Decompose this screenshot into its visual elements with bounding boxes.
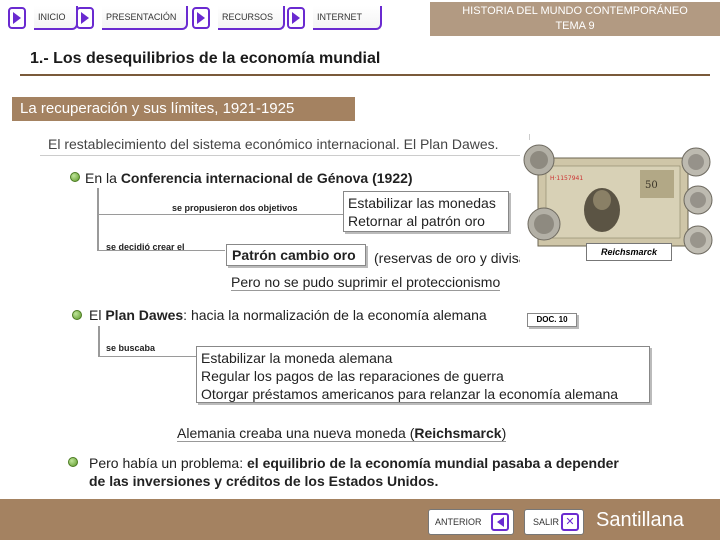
course-title: HISTORIA DEL MUNDO CONTEMPORÁNEO TEMA 9 [430, 2, 720, 36]
reservas-text: (reservas de oro y divisas) [374, 250, 539, 266]
objetivo-2: Retornar al patrón oro [348, 213, 485, 229]
decidio-label: se decidió crear el [106, 242, 185, 252]
alemania-text: Alemania creaba una nueva moneda (Reichs… [177, 425, 507, 442]
play-arrow-icon [287, 7, 305, 29]
back-arrow-icon [491, 513, 509, 531]
patron-box: Patrón cambio oro [226, 244, 366, 266]
santillana-logo: Santillana [596, 509, 684, 531]
alemania-suffix: ) [501, 425, 507, 441]
propusieron-label: se propusieron dos objetivos [172, 203, 298, 213]
inicio-label: INICIO [34, 6, 78, 30]
dawes-prefix: El [89, 307, 106, 323]
genova-prefix: En la [85, 170, 121, 186]
reichsmarck-badge: Reichsmarck [586, 243, 672, 261]
objetivos-box: Estabilizar las monedas Retornar al patr… [343, 191, 509, 232]
anterior-button[interactable]: ANTERIOR [428, 509, 514, 535]
problema-bold-1: el equilibrio de la economía mundial pas… [247, 455, 619, 471]
problema-bold-2: de las inversiones y créditos de los Est… [89, 473, 439, 489]
problema-prefix: Pero había un problema: [89, 455, 247, 471]
connector-line [98, 326, 100, 356]
section-title: 1.- Los desequilibrios de la economía mu… [30, 50, 381, 67]
dawes-heading: El Plan Dawes: hacia la normalización de… [89, 307, 487, 323]
bullet-icon [68, 457, 78, 467]
presentacion-label: PRESENTACIÓN [102, 6, 189, 30]
dawes-goals-box: Estabilizar la moneda alemana Regular lo… [196, 346, 650, 403]
proteccionismo-text: Pero no se pudo suprimir el proteccionis… [231, 274, 501, 291]
problema-text: Pero había un problema: el equilibrio de… [89, 454, 619, 490]
play-arrow-icon [76, 7, 94, 29]
patron-label: Patrón cambio oro [232, 247, 356, 263]
objetivo-1: Estabilizar las monedas [348, 195, 496, 211]
genova-bold: Conferencia internacional de Génova (192… [120, 170, 413, 186]
svg-text:50: 50 [645, 180, 658, 191]
connector-line [97, 214, 347, 215]
genova-heading: En la Conferencia internacional de Génov… [85, 170, 413, 186]
section-divider [20, 74, 710, 76]
recursos-label: RECURSOS [218, 6, 286, 30]
dawes-rest: : hacia la normalización de la economía … [183, 307, 487, 323]
bullet-icon [70, 172, 80, 182]
course-title-line2: TEMA 9 [555, 20, 595, 32]
connector-line [98, 356, 198, 357]
alemania-bold: Reichsmarck [414, 425, 502, 441]
bullet-icon [72, 310, 82, 320]
buscaba-label: se buscaba [106, 343, 156, 353]
close-icon: ✕ [561, 513, 579, 531]
alemania-prefix: Alemania creaba una nueva moneda ( [177, 425, 415, 441]
internet-button[interactable]: INTERNET [287, 6, 382, 30]
recursos-button[interactable]: RECURSOS [192, 6, 286, 30]
presentacion-button[interactable]: PRESENTACIÓN [76, 6, 189, 30]
svg-text:H·1157941: H·1157941 [550, 175, 583, 182]
intro-text: El restablecimiento del sistema económic… [40, 134, 530, 156]
inicio-button[interactable]: INICIO [8, 6, 78, 30]
play-arrow-icon [8, 7, 26, 29]
connector-line [97, 188, 99, 250]
course-title-line1: HISTORIA DEL MUNDO CONTEMPORÁNEO [462, 5, 688, 17]
dawes-goal-3: Otorgar préstamos americanos para relanz… [201, 386, 619, 402]
anterior-label: ANTERIOR [435, 517, 482, 527]
play-arrow-icon [192, 7, 210, 29]
doc-10-link[interactable]: DOC. 10 [527, 313, 577, 327]
dawes-goal-1: Estabilizar la moneda alemana [201, 350, 393, 366]
salir-button[interactable]: SALIR ✕ [524, 509, 584, 535]
internet-label: INTERNET [313, 6, 382, 30]
dawes-bold: Plan Dawes [105, 307, 184, 323]
salir-label: SALIR [533, 517, 560, 527]
dawes-goal-2: Regular los pagos de las reparaciones de… [201, 368, 504, 384]
subheader: La recuperación y sus límites, 1921-1925 [12, 97, 355, 121]
